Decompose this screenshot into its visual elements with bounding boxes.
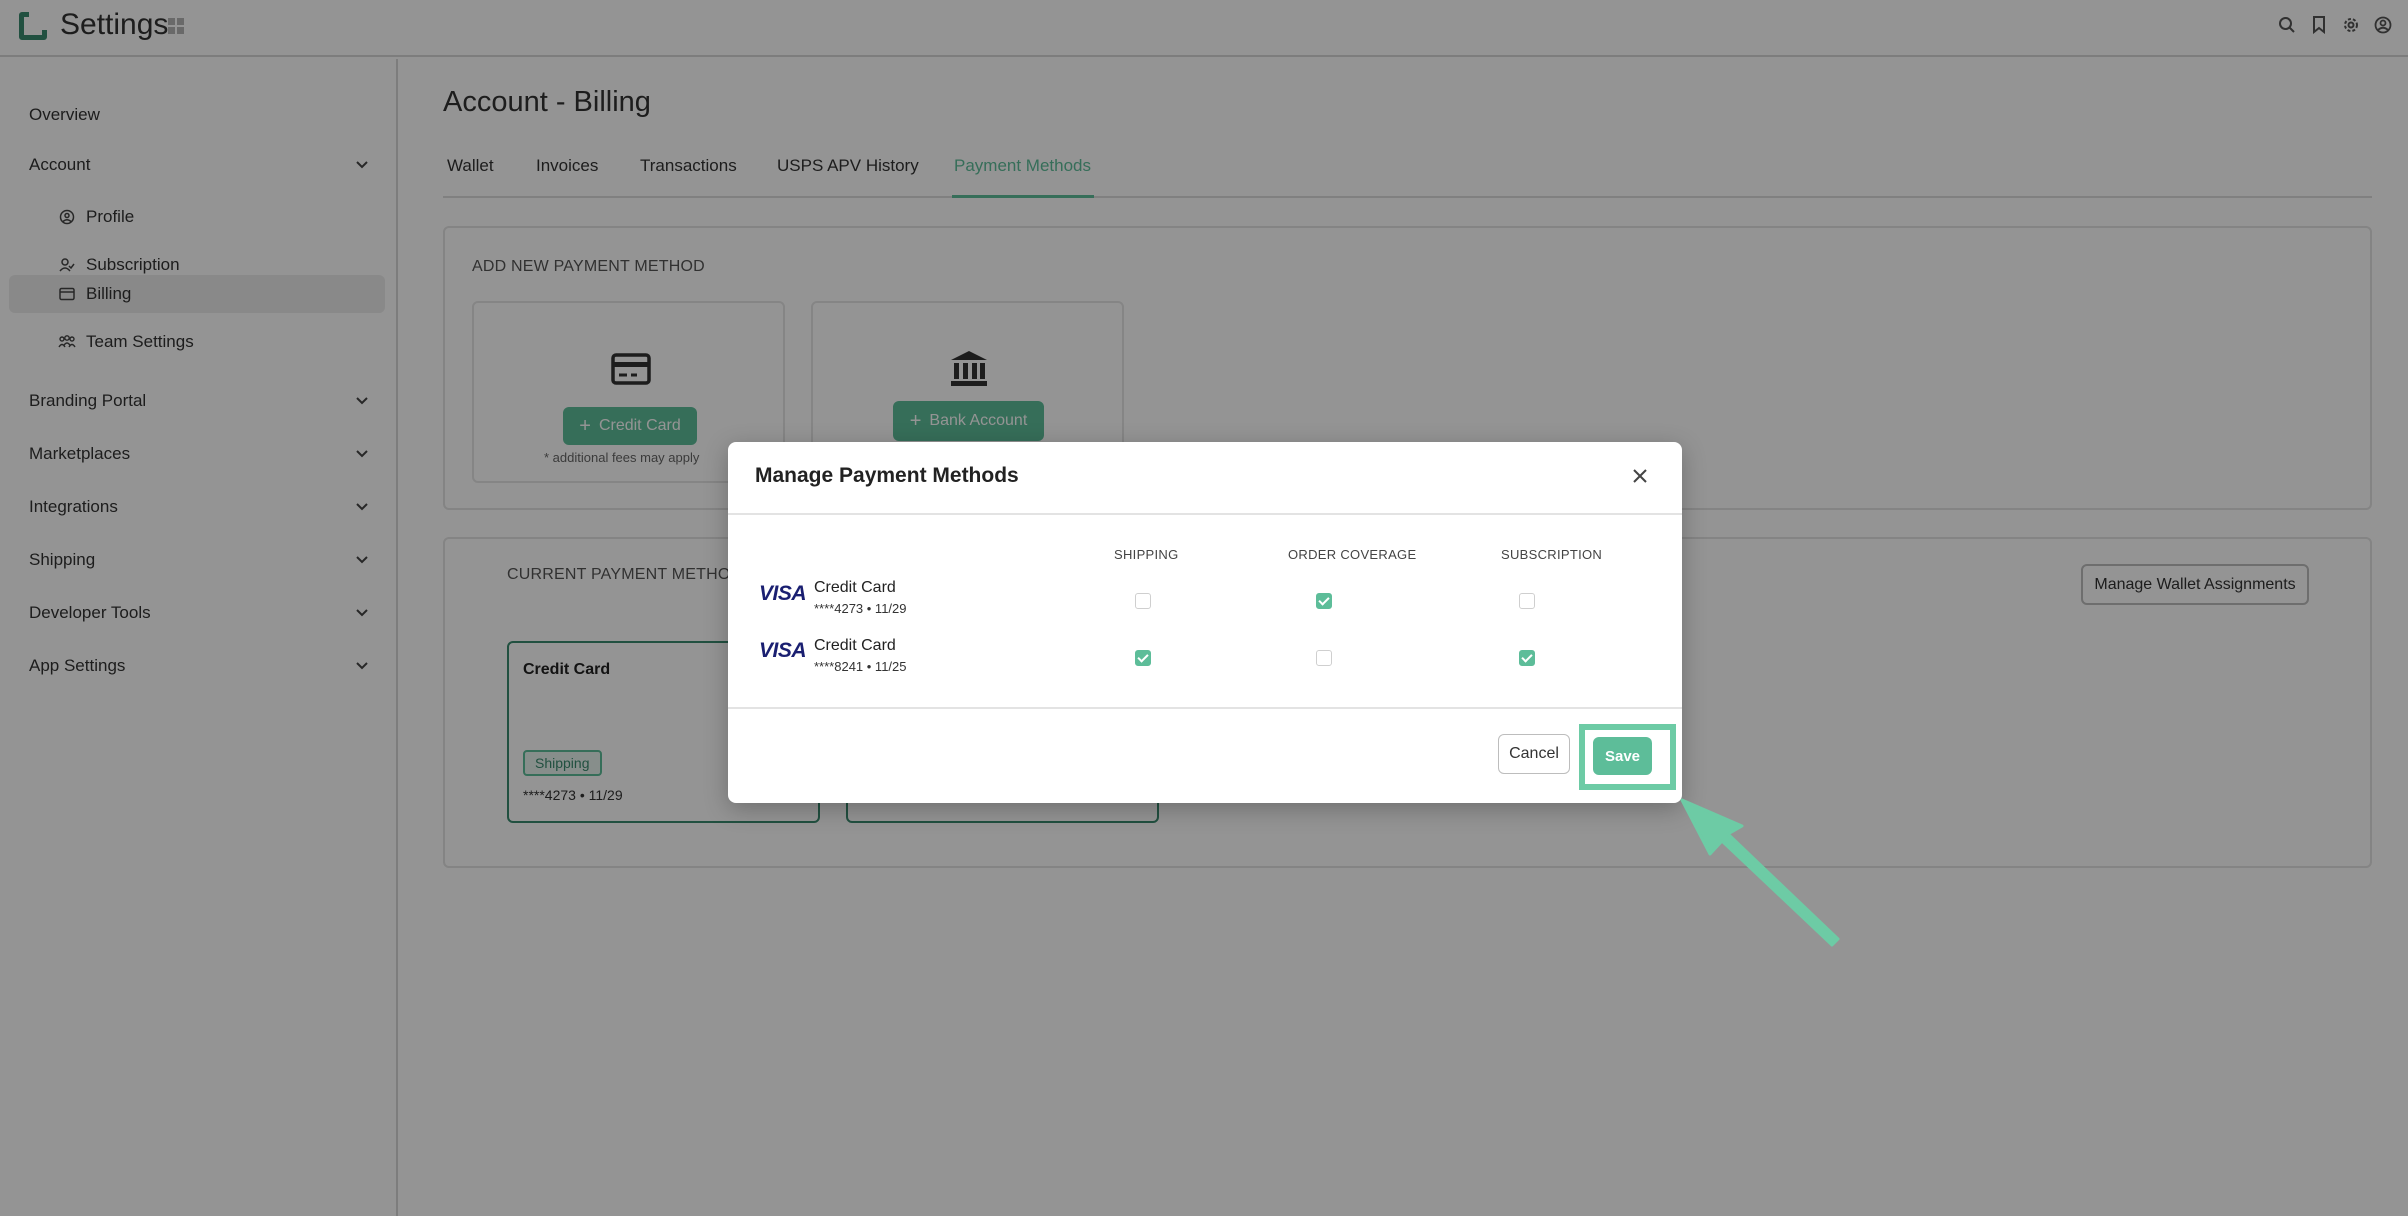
column-header-shipping: SHIPPING bbox=[1114, 547, 1179, 562]
manage-payment-methods-modal: Manage Payment Methods SHIPPING ORDER CO… bbox=[728, 442, 1682, 803]
column-header-order-coverage: ORDER COVERAGE bbox=[1288, 547, 1417, 562]
column-header-subscription: SUBSCRIPTION bbox=[1501, 547, 1603, 562]
cancel-button[interactable]: Cancel bbox=[1498, 734, 1570, 774]
divider bbox=[728, 513, 1682, 515]
divider bbox=[728, 707, 1682, 709]
modal-title: Manage Payment Methods bbox=[755, 464, 1019, 487]
shipping-checkbox[interactable] bbox=[1135, 593, 1151, 609]
card-number: ****8241 • 11/25 bbox=[814, 659, 907, 674]
close-icon[interactable] bbox=[1630, 466, 1650, 486]
subscription-checkbox[interactable] bbox=[1519, 650, 1535, 666]
pointer-arrow-icon bbox=[1680, 798, 1840, 947]
save-button[interactable]: Save bbox=[1593, 737, 1652, 775]
subscription-checkbox[interactable] bbox=[1519, 593, 1535, 609]
payment-method-title: Credit Card bbox=[814, 579, 896, 596]
visa-logo: VISA bbox=[759, 582, 807, 605]
card-number: ****4273 • 11/29 bbox=[814, 601, 907, 616]
order-coverage-checkbox[interactable] bbox=[1316, 593, 1332, 609]
shipping-checkbox[interactable] bbox=[1135, 650, 1151, 666]
visa-logo: VISA bbox=[759, 639, 807, 662]
payment-method-title: Credit Card bbox=[814, 637, 896, 654]
order-coverage-checkbox[interactable] bbox=[1316, 650, 1332, 666]
